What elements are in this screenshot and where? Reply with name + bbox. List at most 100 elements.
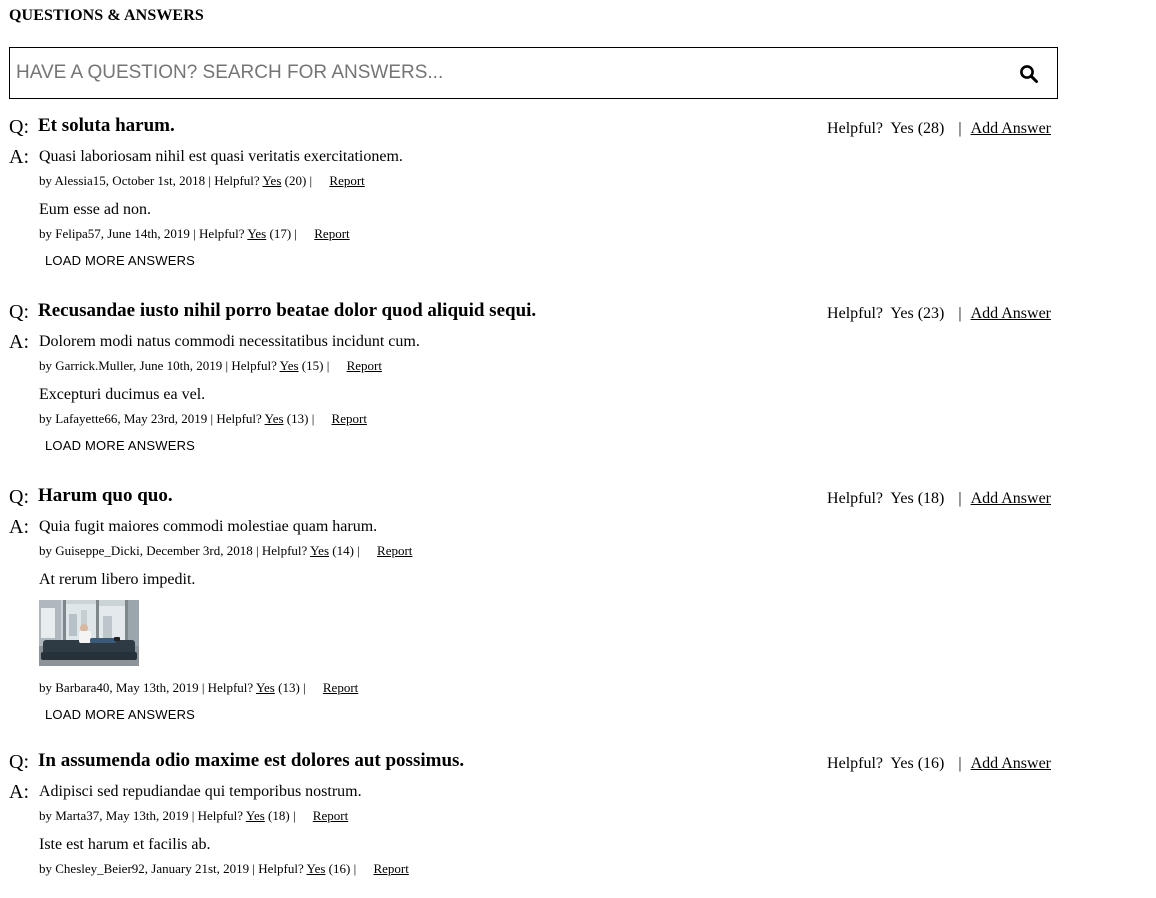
add-answer-link[interactable]: Add Answer [971,305,1051,322]
answer-meta: by Felipa57, June 14th, 2019 | Helpful? … [39,226,1051,242]
separator: | [958,120,962,137]
answer-prefix: A: [9,331,29,353]
answer-helpful-yes-link[interactable]: Yes [247,226,266,241]
question-item: Q: Et soluta harum. Helpful? Yes (28) | A… [9,115,1051,268]
search-input[interactable] [16,48,996,98]
answer-body: At rerum libero impedit. [39,571,196,588]
answer-byline: by Chesley_Beier92, January 21st, 2019 |… [39,861,304,876]
helpful-label: Helpful? [827,120,884,137]
helpful-count: (18) [917,490,945,507]
add-answer-link[interactable]: Add Answer [971,490,1051,507]
answer-byline: by Marta37, May 13th, 2019 | Helpful? [39,808,244,823]
answer-body: Excepturi ducimus ea vel. [39,386,206,403]
answer-body: Quasi laboriosam nihil est quasi veritat… [39,148,403,165]
answer-prefix: A: [9,781,29,803]
answer-byline: by Alessia15, October 1st, 2018 | Helpfu… [39,173,260,188]
question-text: Recusandae iusto nihil porro beatae dolo… [38,300,537,321]
answer-item: Adipisci sed repudiandae qui temporibus … [39,782,1051,824]
separator: | [958,305,962,322]
answer-helpful-count: (18) | [268,808,296,823]
answer-helpful-yes-link[interactable]: Yes [262,173,281,188]
answer-helpful-yes-link[interactable]: Yes [280,358,299,373]
answer-meta: by Alessia15, October 1st, 2018 | Helpfu… [39,173,1051,189]
answer-byline: by Barbara40, May 13th, 2019 | Helpful? [39,680,254,695]
question-actions: Helpful? Yes (28) | Add Answer [827,118,1051,140]
report-link[interactable]: Report [347,358,382,373]
question-item: Q: Recusandae iusto nihil porro beatae d… [9,300,1051,453]
answer-item: Iste est harum et facilis ab. by Chesley… [39,835,1051,877]
answer-list: A: Adipisci sed repudiandae qui temporib… [9,781,1051,877]
answer-item: At rerum libero impedit. by Barbara40, M… [39,570,1051,696]
answer-body: Quia fugit maiores commodi molestiae qua… [39,518,378,535]
answer-body: Eum esse ad non. [39,201,151,218]
answer-helpful-count: (20) | [284,173,313,188]
report-link[interactable]: Report [314,226,349,241]
answer-helpful-count: (17) | [269,226,297,241]
answer-item: Excepturi ducimus ea vel. by Lafayette66… [39,385,1051,427]
answer-body: Iste est harum et facilis ab. [39,836,211,853]
search-bar [9,47,1058,99]
report-link[interactable]: Report [313,808,348,823]
question-actions: Helpful? Yes (23) | Add Answer [827,303,1051,325]
question-text: Harum quo quo. [38,485,173,506]
answer-meta: by Marta37, May 13th, 2019 | Helpful? Ye… [39,808,1051,824]
answer-byline: by Lafayette66, May 23rd, 2019 | Helpful… [39,411,262,426]
report-link[interactable]: Report [329,173,364,188]
helpful-yes-button[interactable]: Yes [890,490,913,507]
question-prefix: Q: [9,751,29,773]
load-more-answers-button[interactable]: LOAD MORE ANSWERS [45,438,195,453]
report-link[interactable]: Report [377,543,412,558]
add-answer-link[interactable]: Add Answer [971,755,1051,772]
answer-item: Quia fugit maiores commodi molestiae qua… [39,517,1051,559]
answer-meta: by Chesley_Beier92, January 21st, 2019 |… [39,861,1051,877]
answer-byline: by Garrick.Muller, June 10th, 2019 | Hel… [39,358,277,373]
load-more-answers-button[interactable]: LOAD MORE ANSWERS [45,253,195,268]
helpful-yes-button[interactable]: Yes [890,120,913,137]
answer-list: A: Quia fugit maiores commodi molestiae … [9,516,1051,722]
question-prefix: Q: [9,486,29,508]
report-link[interactable]: Report [323,680,358,695]
answer-helpful-count: (16) | [328,861,357,876]
load-more-answers-button[interactable]: LOAD MORE ANSWERS [45,707,195,722]
answer-item: Eum esse ad non. by Felipa57, June 14th,… [39,200,1051,242]
answer-item: Quasi laboriosam nihil est quasi veritat… [39,147,1051,189]
separator: | [958,755,962,772]
question-item: Q: Harum quo quo. Helpful? Yes (18) | Add… [9,485,1051,722]
answer-prefix: A: [9,146,29,168]
helpful-count: (16) [917,755,945,772]
add-answer-link[interactable]: Add Answer [971,120,1051,137]
helpful-count: (23) [917,305,945,322]
answer-list: A: Quasi laboriosam nihil est quasi veri… [9,146,1051,268]
answer-byline: by Guiseppe_Dicki, December 3rd, 2018 | … [39,543,308,558]
answer-meta: by Garrick.Muller, June 10th, 2019 | Hel… [39,358,1051,374]
answer-photo[interactable] [39,600,139,666]
answer-helpful-count: (15) | [301,358,330,373]
helpful-label: Helpful? [827,490,884,507]
report-link[interactable]: Report [373,861,408,876]
answer-item: Dolorem modi natus commodi necessitatibu… [39,332,1051,374]
question-actions: Helpful? Yes (16) | Add Answer [827,753,1051,775]
report-link[interactable]: Report [332,411,367,426]
answer-helpful-yes-link[interactable]: Yes [256,680,275,695]
helpful-yes-button[interactable]: Yes [890,305,913,322]
question-text: Et soluta harum. [38,115,175,136]
answer-helpful-yes-link[interactable]: Yes [307,861,326,876]
answer-list: A: Dolorem modi natus commodi necessitat… [9,331,1051,453]
helpful-yes-button[interactable]: Yes [890,755,913,772]
question-item: Q: In assumenda odio maxime est dolores … [9,750,1051,877]
question-prefix: Q: [9,116,29,138]
answer-meta: by Guiseppe_Dicki, December 3rd, 2018 | … [39,543,1051,559]
helpful-count: (28) [917,120,945,137]
answer-helpful-count: (13) | [278,680,306,695]
answer-helpful-yes-link[interactable]: Yes [246,808,265,823]
separator: | [958,490,962,507]
answer-meta: by Barbara40, May 13th, 2019 | Helpful? … [39,680,1051,696]
answer-meta: by Lafayette66, May 23rd, 2019 | Helpful… [39,411,1051,427]
question-text: In assumenda odio maxime est dolores aut… [38,750,465,771]
answer-helpful-yes-link[interactable]: Yes [310,543,329,558]
answer-helpful-yes-link[interactable]: Yes [265,411,284,426]
search-icon[interactable] [1019,64,1039,84]
answer-body: Dolorem modi natus commodi necessitatibu… [39,333,420,350]
question-prefix: Q: [9,301,29,323]
helpful-label: Helpful? [827,305,884,322]
